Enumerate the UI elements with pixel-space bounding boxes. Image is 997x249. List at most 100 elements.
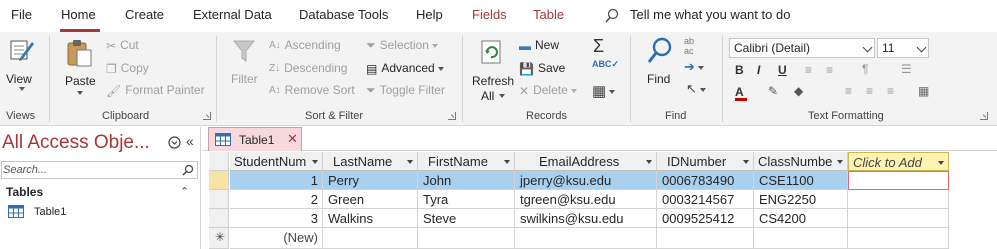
cell-empty[interactable] xyxy=(515,228,657,249)
font-color-icon[interactable]: A xyxy=(735,85,747,101)
toggle-filter-button[interactable]: ⏷ Toggle Filter xyxy=(366,83,445,98)
remove-sort-button[interactable]: A↕ Remove Sort xyxy=(269,83,355,97)
clipboard-launcher-icon[interactable] xyxy=(203,112,211,120)
cell-lastname[interactable]: Perry xyxy=(323,171,418,190)
selection-button[interactable]: ⏷ Selection xyxy=(366,38,438,53)
nav-pane-title[interactable]: All Access Obje... xyxy=(2,132,150,154)
tab-table[interactable]: Table xyxy=(533,7,564,22)
chevron-down-icon[interactable] xyxy=(743,160,749,164)
column-header-idnumber[interactable]: IDNumber xyxy=(657,152,754,171)
italic-icon[interactable]: I xyxy=(757,63,760,77)
collapse-pane-icon[interactable]: « xyxy=(186,133,194,149)
document-tab-table1[interactable]: Table1 ✕ xyxy=(208,127,302,151)
sort-filter-launcher-icon[interactable] xyxy=(448,112,456,120)
cell-empty[interactable] xyxy=(754,228,848,249)
column-header-emailaddress[interactable]: EmailAddress xyxy=(515,152,657,171)
cell-new-record[interactable]: (New) xyxy=(230,228,323,249)
view-button[interactable]: View xyxy=(4,34,40,92)
cell-emailaddress[interactable]: tgreen@ksu.edu xyxy=(515,190,657,209)
select-icon[interactable]: ↖ xyxy=(686,81,706,97)
select-all-corner[interactable] xyxy=(209,152,229,171)
gridlines-icon[interactable]: ▦ xyxy=(918,84,929,98)
nav-menu-icon[interactable] xyxy=(168,136,181,149)
cell-classnumber[interactable]: CSE1100 xyxy=(754,171,848,190)
close-icon[interactable]: ✕ xyxy=(287,131,298,147)
align-left-2-icon[interactable]: ≡ xyxy=(845,84,852,98)
cell-firstname[interactable]: Tyra xyxy=(418,190,515,209)
cell-empty[interactable] xyxy=(418,228,515,249)
chevron-down-icon[interactable] xyxy=(312,160,318,164)
column-header-lastname[interactable]: LastName xyxy=(323,152,418,171)
cell-studentnum[interactable]: 1 xyxy=(230,171,323,190)
column-header-studentnum[interactable]: StudentNum xyxy=(230,152,323,171)
cell-emailaddress[interactable]: swilkins@ksu.edu xyxy=(515,209,657,228)
tab-help[interactable]: Help xyxy=(416,7,443,22)
column-header-click-to-add[interactable]: Click to Add xyxy=(848,152,949,171)
chevron-down-icon[interactable] xyxy=(504,160,510,164)
cell-empty[interactable] xyxy=(657,228,754,249)
goto-icon[interactable]: ➔ xyxy=(684,59,704,75)
cell-idnumber[interactable]: 0009525412 xyxy=(657,209,754,228)
cell-studentnum[interactable]: 3 xyxy=(230,209,323,228)
font-size-select[interactable]: 11 xyxy=(877,38,929,58)
nav-search-box[interactable] xyxy=(1,161,198,179)
cell-studentnum[interactable]: 2 xyxy=(230,190,323,209)
cell-firstname[interactable]: John xyxy=(418,171,515,190)
cell-emailaddress[interactable]: jperry@ksu.edu xyxy=(515,171,657,190)
nav-search-input[interactable] xyxy=(3,163,179,177)
copy-button[interactable]: ❐ Copy xyxy=(106,61,149,76)
font-name-select[interactable]: Calibri (Detail) xyxy=(729,38,875,58)
format-painter-button[interactable]: 🖌 Format Painter xyxy=(106,83,205,98)
underline-icon[interactable]: U xyxy=(778,63,787,77)
cut-button[interactable]: ✂ Cut xyxy=(106,38,139,53)
cell-click-to-add[interactable] xyxy=(848,190,949,209)
tab-database-tools[interactable]: Database Tools xyxy=(299,7,388,22)
chevron-up-icon[interactable]: ⌃ xyxy=(180,185,189,198)
chevron-down-icon[interactable] xyxy=(646,160,652,164)
align-left-icon[interactable]: ≡ xyxy=(805,63,812,77)
cell-empty[interactable] xyxy=(848,228,949,249)
cell-click-to-add[interactable] xyxy=(848,171,949,190)
tab-file[interactable]: File xyxy=(11,7,32,22)
chevron-down-icon[interactable] xyxy=(407,160,413,164)
cell-idnumber[interactable]: 0003214567 xyxy=(657,190,754,209)
cell-lastname[interactable]: Green xyxy=(323,190,418,209)
totals-sum-icon[interactable]: Σ xyxy=(593,36,604,57)
paste-button[interactable]: Paste xyxy=(60,34,100,96)
record-selector[interactable] xyxy=(209,209,229,228)
delete-record-button[interactable]: ✕ Delete xyxy=(519,83,577,98)
filter-button[interactable]: Filter xyxy=(226,34,262,92)
align-right-icon[interactable]: ≡ xyxy=(887,84,894,98)
tab-create[interactable]: Create xyxy=(125,7,164,22)
align-center-2-icon[interactable]: ≡ xyxy=(866,84,873,98)
cell-idnumber[interactable]: 0006783490 xyxy=(657,171,754,190)
cell-classnumber[interactable]: ENG2250 xyxy=(754,190,848,209)
tab-home[interactable]: Home xyxy=(61,7,96,22)
new-record-selector[interactable]: ✳ xyxy=(209,228,229,249)
nav-section-tables[interactable]: Tables xyxy=(6,185,43,199)
record-selector[interactable] xyxy=(209,171,229,190)
tab-fields[interactable]: Fields xyxy=(472,7,507,22)
cell-lastname[interactable]: Walkins xyxy=(323,209,418,228)
find-button[interactable]: Find xyxy=(640,34,680,92)
cell-click-to-add[interactable] xyxy=(848,209,949,228)
cell-classnumber[interactable]: CS4200 xyxy=(754,209,848,228)
refresh-all-button[interactable]: Refresh All xyxy=(469,34,515,103)
cell-empty[interactable] xyxy=(323,228,418,249)
text-formatting-launcher-icon[interactable] xyxy=(980,112,988,120)
numbering-icon[interactable]: ¶ xyxy=(862,62,868,76)
fill-color-icon[interactable]: ◆ xyxy=(794,84,803,98)
ascending-button[interactable]: A↓ Ascending xyxy=(269,38,341,52)
column-header-classnumber[interactable]: ClassNumbe xyxy=(754,152,848,171)
descending-button[interactable]: Z↓ Descending xyxy=(269,61,347,75)
list-icon[interactable]: ☰ xyxy=(901,62,912,76)
new-record-button[interactable]: ▬ New xyxy=(519,38,559,53)
bold-icon[interactable]: B xyxy=(735,63,744,77)
record-selector[interactable] xyxy=(209,190,229,209)
column-header-firstname[interactable]: FirstName xyxy=(418,152,515,171)
more-records-icon[interactable]: ▦ xyxy=(592,82,616,100)
chevron-down-icon[interactable] xyxy=(938,161,944,165)
replace-icon[interactable]: ab ac xyxy=(684,36,694,56)
align-center-icon[interactable]: ≡ xyxy=(826,63,833,77)
tab-external-data[interactable]: External Data xyxy=(193,7,272,22)
